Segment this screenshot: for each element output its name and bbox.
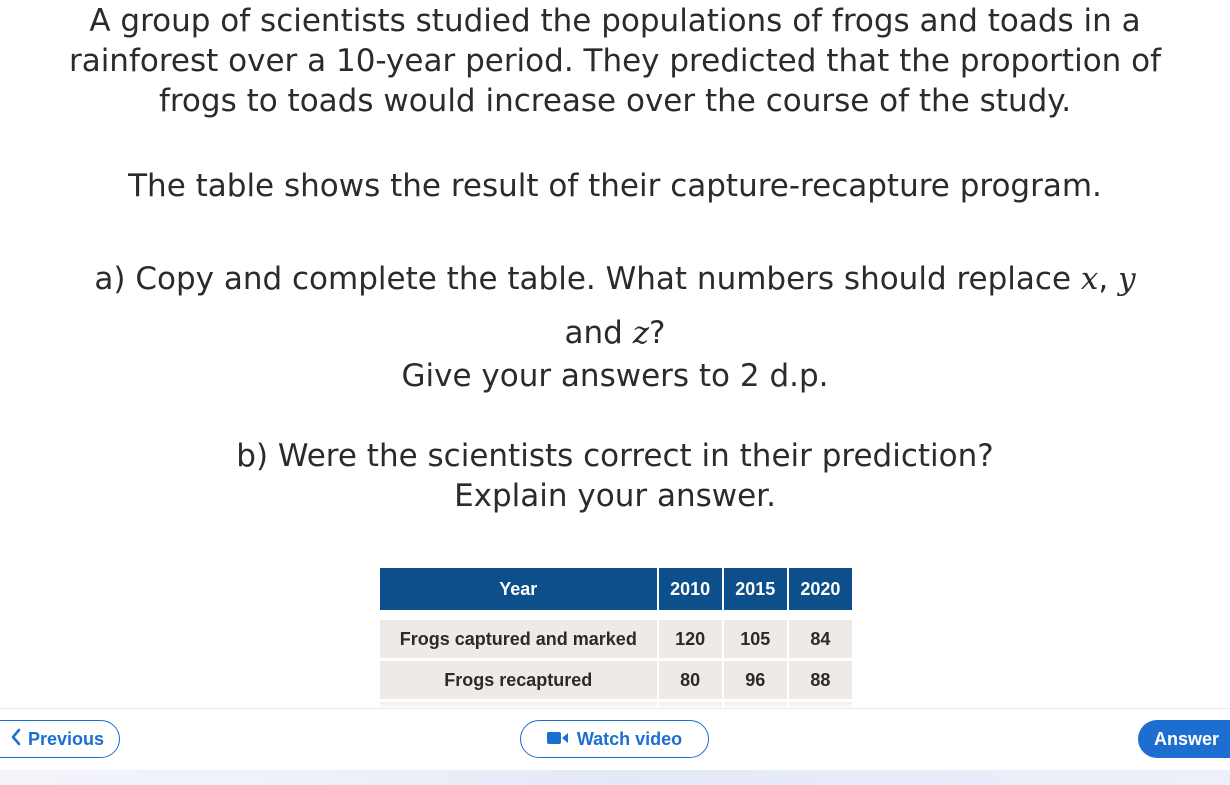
part-b: b) Were the scientists correct in their …	[0, 436, 1230, 516]
table-row-label: Frogs captured and marked	[380, 620, 659, 661]
bottom-strip	[0, 770, 1230, 785]
table-header-row: Year 2010 2015 2020	[380, 568, 852, 610]
question-intro-line-2: rainforest over a 10-year period. They p…	[68, 43, 1162, 79]
table-header-year: Year	[380, 568, 659, 610]
part-a-line-2: and z?	[0, 306, 1230, 360]
table-row: Frogs recaptured 80 96 88	[380, 661, 852, 702]
part-a-dp: Give your answers to 2 d.p.	[401, 358, 829, 394]
table-header-2010: 2010	[658, 568, 724, 610]
table-cell: 120	[658, 620, 724, 661]
table-cell: 105	[723, 620, 789, 661]
table-cell: 84	[788, 620, 852, 661]
table-spacer	[380, 610, 852, 620]
answer-label: Answer	[1154, 728, 1220, 749]
answer-button[interactable]: Answer	[1138, 720, 1230, 758]
table-cell: 88	[788, 661, 852, 702]
part-a-instructions: Give your answers to 2 d.p.	[0, 356, 1230, 396]
part-a-line-1: a) Copy and complete the table. What num…	[0, 252, 1230, 306]
page: A group of scientists studied the popula…	[0, 0, 1230, 785]
table-header-2020: 2020	[788, 568, 852, 610]
video-camera-icon	[546, 729, 569, 750]
question-intro: A group of scientists studied the popula…	[0, 1, 1230, 121]
previous-label: Previous	[27, 728, 105, 749]
var-separator: ,	[1098, 261, 1119, 297]
table-cell: 80	[658, 661, 724, 702]
part-b-line-1: b) Were the scientists correct in their …	[236, 438, 994, 474]
question-intro-line-1: A group of scientists studied the popula…	[89, 3, 1141, 39]
table-cell: 96	[723, 661, 789, 702]
previous-button[interactable]: Previous	[0, 720, 120, 758]
watch-video-button[interactable]: Watch video	[520, 720, 709, 758]
var-x: x	[1080, 261, 1099, 297]
part-b-line-2: Explain your answer.	[454, 478, 776, 514]
part-a-text: a) Copy and complete the table. What num…	[94, 261, 1072, 297]
watch-video-label: Watch video	[576, 728, 683, 749]
table-intro: The table shows the result of their capt…	[0, 166, 1230, 206]
var-y: y	[1118, 261, 1136, 297]
table-intro-line: The table shows the result of their capt…	[128, 168, 1102, 204]
var-z: z	[632, 315, 650, 351]
part-a: a) Copy and complete the table. What num…	[0, 252, 1230, 360]
table-row-label: Frogs recaptured	[380, 661, 659, 702]
part-a-question-mark: ?	[649, 315, 666, 351]
chevron-left-icon	[10, 728, 22, 751]
part-a-and: and	[564, 315, 623, 351]
table-row: Frogs captured and marked 120 105 84	[380, 620, 852, 661]
question-intro-line-3: frogs to toads would increase over the c…	[158, 83, 1072, 119]
table-header-2015: 2015	[723, 568, 789, 610]
